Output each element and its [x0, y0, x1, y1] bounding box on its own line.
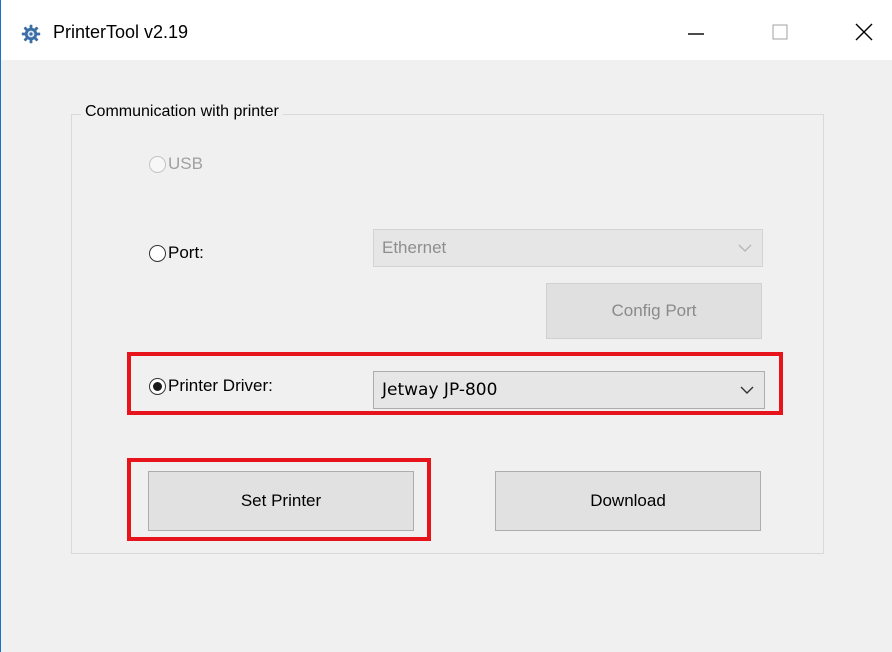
- port-radio[interactable]: [149, 244, 166, 262]
- title-bar[interactable]: PrinterTool v2.19: [1, 0, 892, 60]
- window-title: PrinterTool v2.19: [53, 22, 189, 42]
- port-combo[interactable]: Ethernet: [373, 229, 763, 267]
- usb-radio[interactable]: [149, 155, 166, 173]
- download-label: Download: [590, 491, 666, 510]
- config-port-label: Config Port: [611, 301, 697, 320]
- minimize-icon: [688, 33, 704, 35]
- port-combo-value: Ethernet: [382, 238, 447, 257]
- minimize-button[interactable]: [673, 10, 719, 54]
- port-radio-row: Port:: [149, 243, 204, 263]
- config-port-button[interactable]: Config Port: [546, 283, 762, 339]
- usb-radio-row: USB: [149, 154, 203, 174]
- close-button[interactable]: [841, 10, 887, 54]
- chevron-down-icon: [738, 244, 752, 252]
- gear-icon: [21, 24, 41, 44]
- download-button[interactable]: Download: [495, 471, 761, 531]
- close-icon: [855, 23, 873, 41]
- printer-driver-highlight: [127, 352, 783, 415]
- printertool-window: PrinterTool v2.19 Communication with pri…: [0, 0, 892, 652]
- port-label: Port:: [168, 243, 204, 262]
- maximize-icon: [772, 24, 788, 40]
- set-printer-highlight: [127, 458, 431, 541]
- maximize-button[interactable]: [757, 10, 803, 54]
- groupbox-legend: Communication with printer: [81, 103, 283, 121]
- usb-label: USB: [168, 154, 203, 173]
